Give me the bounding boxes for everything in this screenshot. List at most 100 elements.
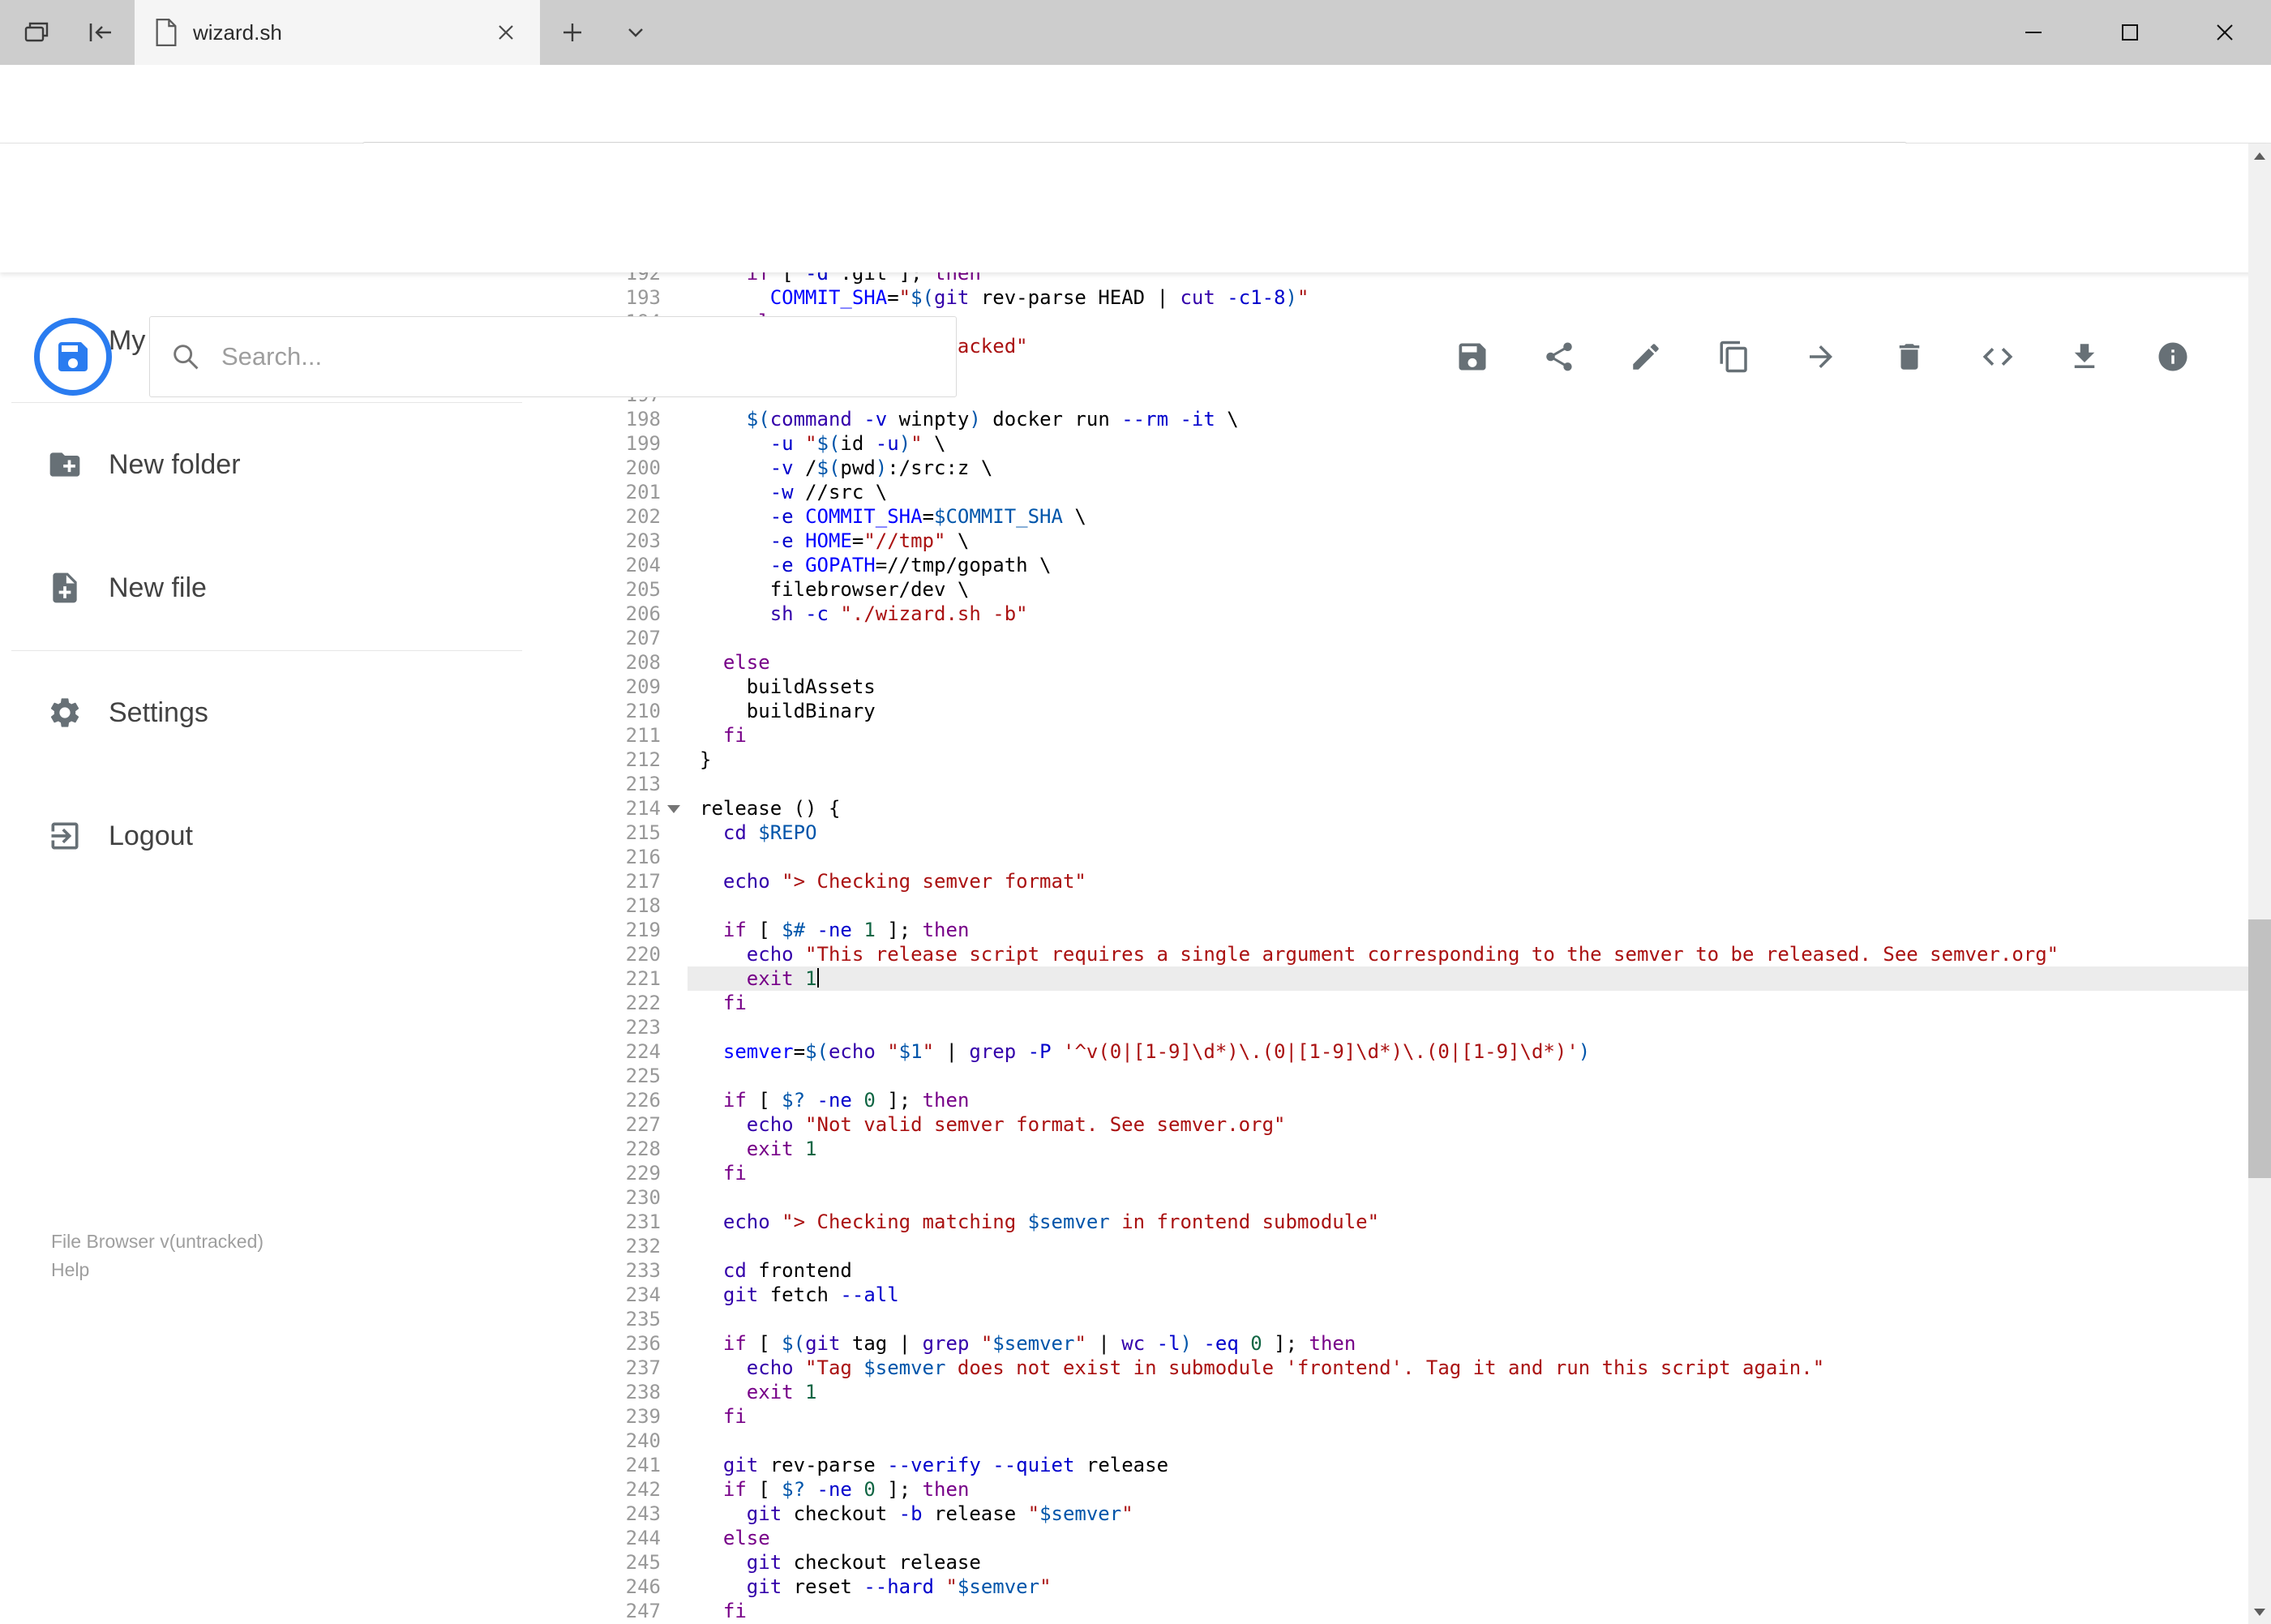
search-input[interactable] [220,341,936,372]
code-line[interactable]: 212} [584,748,2248,772]
fold-gutter [661,1599,688,1623]
code-line[interactable]: 233 cd frontend [584,1258,2248,1283]
code-line[interactable]: 232 [584,1234,2248,1258]
code-line[interactable]: 238 exit 1 [584,1380,2248,1404]
code-line[interactable]: 204 -e GOPATH=//tmp/gopath \ [584,553,2248,577]
fold-marker-icon[interactable] [667,805,680,813]
line-number: 238 [625,1381,661,1403]
code-line[interactable]: 209 buildAssets [584,675,2248,699]
scrollbar-down-button[interactable] [2248,1600,2271,1624]
delete-button[interactable] [1890,337,1929,376]
code-line[interactable]: 229 fi [584,1161,2248,1185]
code-line[interactable]: 243 git checkout -b release "$semver" [584,1502,2248,1526]
line-number: 222 [625,992,661,1014]
app-logo[interactable] [34,318,112,396]
code-line[interactable]: 200 -v /$(pwd):/src:z \ [584,456,2248,480]
raw-editor-button[interactable] [1978,337,2017,376]
help-link[interactable]: Help [51,1256,264,1284]
code-line[interactable]: 242 if [ $? -ne 0 ]; then [584,1477,2248,1502]
fold-gutter [661,650,688,675]
fold-gutter [661,407,688,431]
scrollbar-thumb[interactable] [2248,919,2271,1178]
code-line[interactable]: 225 [584,1064,2248,1088]
code-line[interactable]: 223 [584,1015,2248,1039]
fold-gutter [661,796,688,821]
code-line[interactable]: 244 else [584,1526,2248,1550]
code-line[interactable]: 210 buildBinary [584,699,2248,723]
code-line[interactable]: 192 if [ -d .git ]; then [584,272,2248,285]
search-icon [174,345,199,370]
code-line[interactable]: 218 [584,893,2248,918]
scrollbar-up-button[interactable] [2248,144,2271,168]
line-number: 211 [625,724,661,747]
code-line[interactable]: 230 [584,1185,2248,1210]
move-button[interactable] [1802,337,1840,376]
window-minimize-button[interactable] [1999,0,2068,65]
code-editor[interactable]: 192 if [ -d .git ]; then 193 COMMIT_SHA="… [584,272,2248,1624]
code-line[interactable]: 211 fi [584,723,2248,748]
page-scrollbar[interactable] [2248,144,2271,1624]
save-button[interactable] [1453,337,1492,376]
code-line[interactable]: 193 COMMIT_SHA="$(git rev-parse HEAD | c… [584,285,2248,310]
browser-tab[interactable]: wizard.sh [135,0,540,65]
copy-button[interactable] [1715,337,1754,376]
close-icon [2217,24,2233,41]
sidebar-item-new-file[interactable]: New file [0,547,584,628]
code-line[interactable]: 222 fi [584,991,2248,1015]
show-set-aside-tabs-button[interactable] [20,16,53,49]
code-line[interactable]: 220 echo "This release script requires a… [584,942,2248,966]
code-line[interactable]: 246 git reset --hard "$semver" [584,1575,2248,1599]
rename-button[interactable] [1626,337,1665,376]
share-file-button[interactable] [1540,337,1579,376]
code-line[interactable]: 198 $(command -v winpty) docker run --rm… [584,407,2248,431]
code-line[interactable]: 205 filebrowser/dev \ [584,577,2248,602]
sidebar-item-settings[interactable]: Settings [0,672,584,753]
code-line[interactable]: 228 exit 1 [584,1137,2248,1161]
code-line[interactable]: 240 [584,1429,2248,1453]
line-number: 210 [625,700,661,722]
code-line[interactable]: 237 echo "Tag $semver does not exist in … [584,1356,2248,1380]
code-line[interactable]: 247 fi [584,1599,2248,1623]
new-tab-button[interactable] [556,16,589,49]
code-line[interactable]: 202 -e COMMIT_SHA=$COMMIT_SHA \ [584,504,2248,529]
code-line[interactable]: 231 echo "> Checking matching $semver in… [584,1210,2248,1234]
close-icon [499,25,513,40]
code-line[interactable]: 216 [584,845,2248,869]
code-line[interactable]: 208 else [584,650,2248,675]
sidebar-item-new-folder[interactable]: New folder [0,424,584,505]
code-line[interactable]: 235 [584,1307,2248,1331]
code-line[interactable]: 236 if [ $(git tag | grep "$semver" | wc… [584,1331,2248,1356]
code-line[interactable]: 201 -w //src \ [584,480,2248,504]
code-line[interactable]: 219 if [ $# -ne 1 ]; then [584,918,2248,942]
window-close-button[interactable] [2190,0,2260,65]
code-line[interactable]: 207 [584,626,2248,650]
download-button[interactable] [2065,337,2104,376]
code-line[interactable]: 221 exit 1 [584,966,2248,991]
code-line[interactable]: 227 echo "Not valid semver format. See s… [584,1112,2248,1137]
window-maximize-button[interactable] [2095,0,2165,65]
tab-close-button[interactable] [496,20,521,45]
code-line[interactable]: 199 -u "$(id -u)" \ [584,431,2248,456]
code-line[interactable]: 217 echo "> Checking semver format" [584,869,2248,893]
code-line[interactable]: 234 git fetch --all [584,1283,2248,1307]
code-line[interactable]: 241 git rev-parse --verify --quiet relea… [584,1453,2248,1477]
show-tab-previews-button[interactable] [619,16,652,49]
search-bar[interactable] [149,316,957,397]
file-info-button[interactable] [2153,337,2192,376]
code-line[interactable]: 224 semver=$(echo "$1" | grep -P '^v(0|[… [584,1039,2248,1064]
code-line[interactable]: 206 sh -c "./wizard.sh -b" [584,602,2248,626]
set-tabs-aside-button[interactable] [84,16,116,49]
code-line[interactable]: 213 [584,772,2248,796]
code-line[interactable]: 226 if [ $? -ne 0 ]; then [584,1088,2248,1112]
fold-gutter [661,942,688,966]
line-number: 203 [625,529,661,552]
code-line[interactable]: 203 -e HOME="//tmp" \ [584,529,2248,553]
line-number: 228 [625,1138,661,1160]
code-line[interactable]: 245 git checkout release [584,1550,2248,1575]
code-line[interactable]: 215 cd $REPO [584,821,2248,845]
move-arrow-icon [1810,345,1832,368]
sidebar-item-logout[interactable]: Logout [0,795,584,876]
fold-gutter [661,1039,688,1064]
code-line[interactable]: 239 fi [584,1404,2248,1429]
code-line[interactable]: 214 release () { [584,796,2248,821]
